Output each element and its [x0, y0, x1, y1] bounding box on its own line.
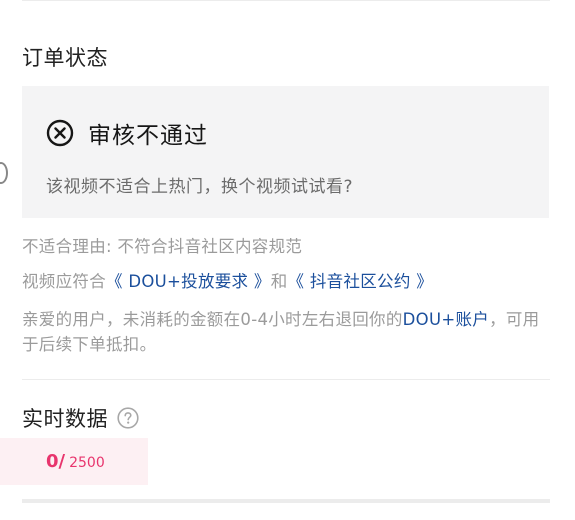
- policy-joiner: 和: [270, 272, 288, 291]
- section-divider: [22, 379, 550, 380]
- close-circle-icon: [46, 119, 74, 147]
- bottom-divider: [22, 499, 550, 503]
- policy-prefix: 视频应符合: [22, 272, 106, 291]
- status-description: 该视频不适合上热门，换个视频试试看?: [46, 177, 354, 197]
- top-divider: [22, 0, 550, 1]
- community-guidelines-link[interactable]: 《 抖音社区公约 》: [288, 272, 434, 291]
- question-circle-icon[interactable]: [117, 407, 139, 429]
- dou-requirements-link[interactable]: 《 DOU+投放要求 》: [106, 272, 271, 291]
- rejection-reason: 不适合理由: 不符合抖音社区内容规范: [22, 237, 303, 256]
- order-status-title: 订单状态: [22, 46, 108, 70]
- refund-note: 亲爱的用户，未消耗的金额在0-4小时左右退回你的DOU+账户，可用于后续下单抵扣…: [22, 307, 542, 357]
- realtime-title: 实时数据: [22, 407, 108, 431]
- current-count: 0/: [46, 451, 66, 472]
- refund-text-before: 亲爱的用户，未消耗的金额在0-4小时左右退回你的: [22, 310, 403, 329]
- status-card: 审核不通过 该视频不适合上热门，换个视频试试看?: [22, 86, 549, 218]
- partial-edge-icon: [0, 162, 8, 184]
- policy-line: 视频应符合《 DOU+投放要求 》和《 抖音社区公约 》: [22, 268, 433, 292]
- realtime-header: 实时数据: [22, 403, 139, 433]
- status-row: 审核不通过: [46, 116, 208, 150]
- total-count: 2500: [69, 455, 105, 471]
- status-title: 审核不通过: [88, 123, 208, 149]
- counter: 0/2500: [46, 451, 105, 472]
- realtime-counter-card: 0/2500: [0, 438, 148, 485]
- dou-account-link[interactable]: DOU+账户: [403, 310, 489, 329]
